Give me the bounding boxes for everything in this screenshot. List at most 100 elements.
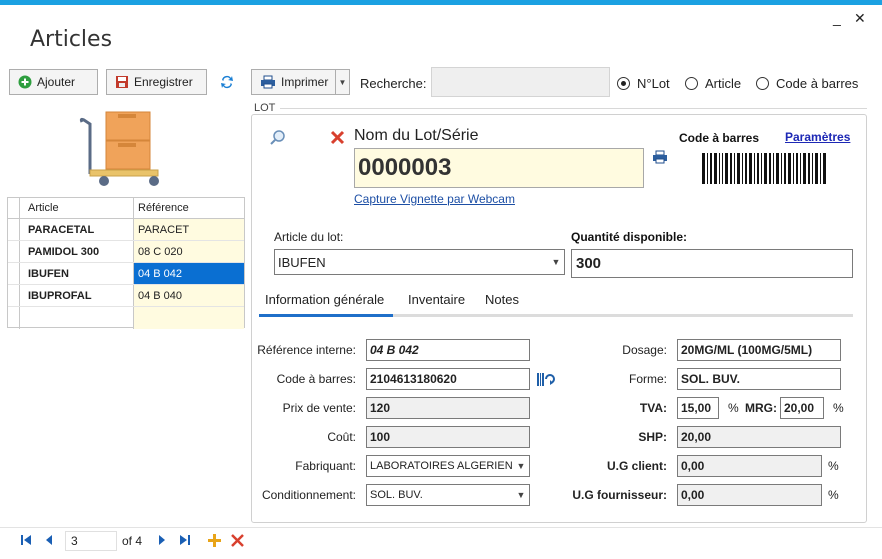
ug-supplier-percent-sign: % (828, 488, 839, 502)
print-label-icon[interactable] (652, 150, 668, 167)
close-button[interactable]: ✕ (854, 10, 866, 27)
column-header-reference[interactable]: Référence (134, 198, 244, 218)
grid-header: Article Référence (8, 198, 244, 219)
radio-article-label: Article (705, 76, 742, 91)
tva-label: TVA: (639, 401, 667, 415)
first-record-icon[interactable] (20, 534, 32, 549)
lot-group-label: LOT (254, 102, 280, 114)
add-button[interactable]: Ajouter (9, 69, 98, 95)
form-label: Forme: (628, 372, 667, 386)
last-record-icon[interactable] (179, 534, 191, 549)
cost-label: Coût: (327, 430, 356, 444)
manufacturer-select-value: LABORATOIRES ALGERIEN (370, 460, 513, 472)
ug-client-percent-sign: % (828, 459, 839, 473)
barcode-title: Code à barres (679, 131, 760, 145)
webcam-capture-link[interactable]: Capture Vignette par Webcam (354, 192, 515, 206)
cell-article[interactable]: IBUPROFAL (20, 285, 134, 306)
ug-client-label: U.G client: (606, 459, 667, 473)
radio-article-dot (685, 77, 698, 90)
table-row[interactable]: IBUFEN 04 B 042 (8, 263, 244, 285)
cost-field[interactable]: 100 (366, 426, 530, 448)
margin-label: MRG: (745, 401, 777, 415)
search-label: Recherche: (360, 76, 427, 91)
tva-field[interactable]: 15,00 (677, 397, 719, 419)
packaging-select[interactable]: SOL. BUV. ▼ (366, 484, 530, 506)
magnifier-icon[interactable] (269, 129, 286, 149)
table-row[interactable]: IBUPROFAL 04 B 040 (8, 285, 244, 307)
margin-percent-sign: % (833, 401, 844, 415)
manufacturer-label: Fabriquant: (295, 459, 356, 473)
delete-photo-icon[interactable] (330, 130, 345, 148)
row-selector (8, 241, 20, 262)
radio-article[interactable]: Article (685, 76, 741, 91)
sale-price-field[interactable]: 120 (366, 397, 530, 419)
cell-reference[interactable]: 08 C 020 (134, 241, 244, 262)
tva-percent-sign: % (728, 401, 739, 415)
print-button-label: Imprimer (281, 75, 329, 89)
cell-reference[interactable]: 04 B 042 (134, 263, 244, 284)
chevron-down-icon: ▼ (551, 257, 561, 267)
print-button[interactable]: Imprimer (251, 69, 336, 95)
tab-general-info[interactable]: Information générale (265, 292, 384, 307)
internal-ref-field[interactable]: 04 B 042 (366, 339, 530, 361)
tab-active-indicator (259, 314, 393, 317)
table-row[interactable]: PARACETAL PARACET (8, 219, 244, 241)
shp-field[interactable]: 20,00 (677, 426, 841, 448)
tab-notes[interactable]: Notes (485, 292, 519, 307)
refresh-icon[interactable] (219, 74, 235, 93)
lot-name-label: Nom du Lot/Série (354, 127, 479, 144)
barcode-field-label: Code à barres: (276, 372, 356, 386)
save-button[interactable]: Enregistrer (106, 69, 207, 95)
previous-record-icon[interactable] (44, 534, 54, 549)
article-label: Article du lot: (274, 230, 344, 244)
radio-barcode[interactable]: Code à barres (756, 76, 858, 91)
cell-reference-empty[interactable] (134, 307, 244, 329)
radio-barcode-label: Code à barres (776, 76, 859, 91)
search-input[interactable] (431, 67, 610, 97)
cell-article-empty[interactable] (20, 307, 134, 329)
manufacturer-select[interactable]: LABORATOIRES ALGERIEN ▼ (366, 455, 530, 477)
article-select[interactable]: IBUFEN ▼ (274, 249, 565, 275)
margin-field[interactable]: 20,00 (780, 397, 824, 419)
ug-supplier-field[interactable]: 0,00 (677, 484, 822, 506)
row-selector (8, 285, 20, 306)
save-button-label: Enregistrer (134, 75, 193, 89)
ug-client-field[interactable]: 0,00 (677, 455, 822, 477)
lot-number-field[interactable]: 0000003 (354, 148, 644, 188)
add-record-icon[interactable] (208, 534, 221, 550)
table-row[interactable]: PAMIDOL 300 08 C 020 (8, 241, 244, 263)
chevron-down-icon: ▼ (516, 490, 526, 500)
barcode-image (702, 153, 826, 187)
radio-barcode-dot (756, 77, 769, 90)
record-position-input[interactable]: 3 (65, 531, 117, 551)
row-selector (8, 219, 20, 240)
cell-reference[interactable]: PARACET (134, 219, 244, 240)
delete-record-icon[interactable] (231, 534, 244, 550)
radio-lot-number[interactable]: N°Lot (617, 76, 670, 91)
articles-grid: Article Référence PARACETAL PARACET PAMI… (7, 197, 245, 329)
column-header-article[interactable]: Article (20, 198, 134, 218)
barcode-field[interactable]: 2104613180620 (366, 368, 530, 390)
print-dropdown-button[interactable]: ▼ (335, 69, 350, 95)
row-selector (8, 263, 20, 284)
save-icon (115, 75, 129, 89)
quantity-label: Quantité disponible: (571, 230, 687, 244)
navigator-divider (0, 527, 882, 528)
form-field[interactable]: SOL. BUV. (677, 368, 841, 390)
barcode-generate-icon[interactable] (537, 371, 555, 391)
cell-article[interactable]: PAMIDOL 300 (20, 241, 134, 262)
dosage-field[interactable]: 20MG/ML (100MG/5ML) (677, 339, 841, 361)
settings-link[interactable]: Paramètres (785, 130, 850, 144)
cell-article[interactable]: IBUFEN (20, 263, 134, 284)
minimize-button[interactable]: _ (833, 10, 841, 26)
next-record-icon[interactable] (157, 534, 167, 549)
packaging-label: Conditionnement: (261, 488, 356, 502)
radio-lot-number-dot (617, 77, 630, 90)
cell-reference[interactable]: 04 B 040 (134, 285, 244, 306)
tab-inventory[interactable]: Inventaire (408, 292, 465, 307)
warehouse-cart-illustration (76, 108, 160, 191)
cell-article[interactable]: PARACETAL (20, 219, 134, 240)
table-row-new[interactable] (8, 307, 244, 329)
lot-group-border (280, 108, 867, 109)
quantity-field[interactable]: 300 (571, 249, 853, 278)
